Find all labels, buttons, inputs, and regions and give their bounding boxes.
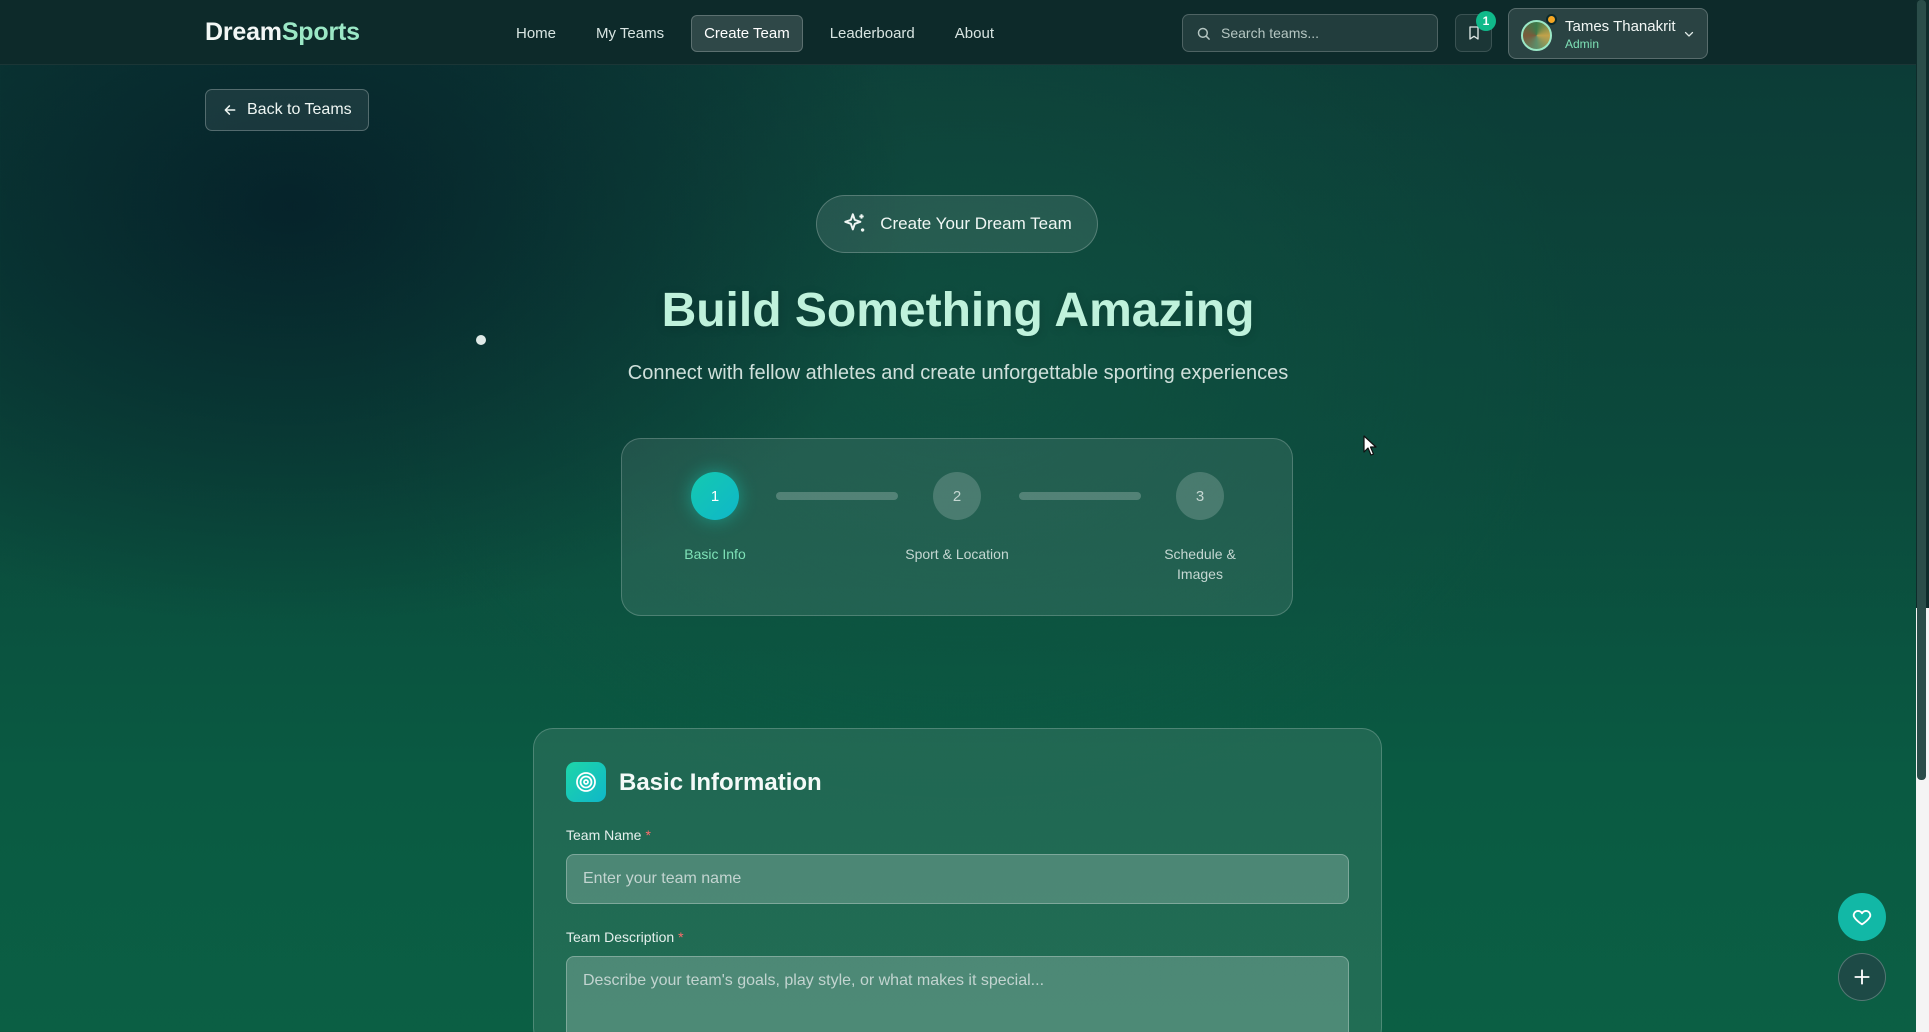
page-title: Build Something Amazing [661,284,1255,337]
mouse-cursor-icon [1363,435,1377,456]
step-2-indicator[interactable]: 2 [933,472,981,520]
sparkles-icon [844,213,865,232]
basic-information-card: Basic Information Team Name* Team Descri… [533,728,1382,1032]
user-name: Tames Thanakrit [1565,18,1676,35]
heart-icon [1852,910,1872,926]
search-icon [1197,27,1210,40]
team-name-label-text: Team Name [566,827,642,843]
chevron-down-icon [1684,31,1694,37]
hero-badge: Create Your Dream Team [816,195,1098,253]
nav-link-my-teams[interactable]: My Teams [583,15,677,52]
step-3-indicator[interactable]: 3 [1176,472,1224,520]
progress-stepper: 1 2 3 Basic Info Sport & Location Schedu… [621,438,1293,616]
plus-icon [1854,969,1870,985]
nav-link-leaderboard[interactable]: Leaderboard [817,15,928,52]
required-marker: * [645,827,651,843]
section-title: Basic Information [619,769,822,796]
required-marker: * [678,929,684,945]
arrow-left-icon [224,105,236,115]
favorites-fab[interactable] [1838,893,1886,941]
hero-badge-label: Create Your Dream Team [880,214,1072,233]
scrollbar-thumb-lower[interactable] [1917,608,1926,780]
nav-link-home[interactable]: Home [503,15,569,52]
back-button-label: Back to Teams [247,101,352,118]
team-description-label: Team Description * [566,929,684,945]
status-indicator [1546,14,1557,25]
page-subtitle: Connect with fellow athletes and create … [627,362,1289,384]
team-name-label: Team Name * [566,827,651,843]
user-role: Admin [1565,37,1600,51]
top-navbar: DreamSports Home My Teams Create Team Le… [0,0,1916,65]
step-connector-2 [1019,492,1141,500]
brand-logo[interactable]: DreamSports [205,18,360,47]
search-input[interactable] [1221,25,1421,41]
team-description-input[interactable] [566,956,1349,1032]
main-nav: Home My Teams Create Team Leaderboard Ab… [503,15,1007,52]
step-1-label: Basic Info [684,546,746,562]
bookmark-count-badge: 1 [1476,11,1496,31]
step-3-label: Schedule & Images [1164,546,1236,582]
step-1-indicator[interactable]: 1 [691,472,739,520]
back-to-teams-button[interactable]: Back to Teams [205,89,369,131]
user-menu[interactable]: Tames Thanakrit Admin [1508,8,1708,59]
search-box [1182,14,1438,52]
brand-part-1: Dream [205,18,282,46]
step-connector-1 [776,492,898,500]
nav-link-about[interactable]: About [942,15,1007,52]
add-fab[interactable] [1838,953,1886,1001]
team-name-input[interactable] [566,854,1349,904]
brand-part-2: Sports [281,18,360,46]
avatar [1521,20,1552,51]
team-description-label-text: Team Description [566,929,675,945]
nav-link-create-team[interactable]: Create Team [691,15,803,52]
target-icon [566,762,606,802]
step-2-label: Sport & Location [905,546,1009,562]
